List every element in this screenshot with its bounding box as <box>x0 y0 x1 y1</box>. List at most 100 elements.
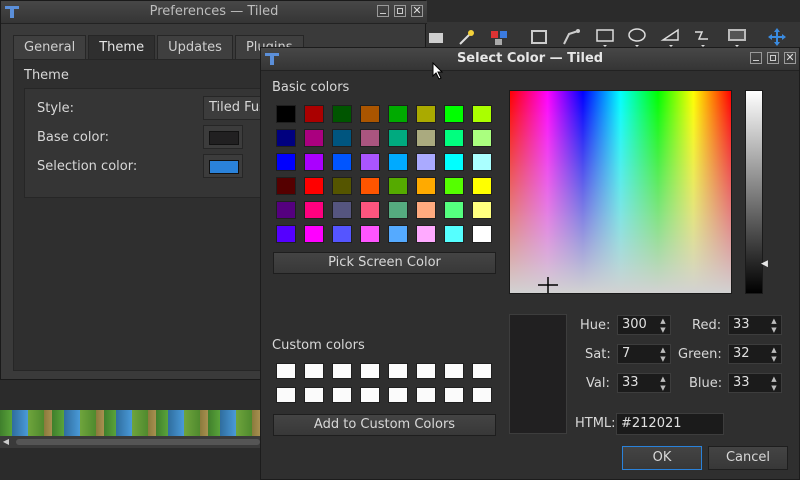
basic-color-swatch[interactable] <box>388 225 408 243</box>
basic-color-swatch[interactable] <box>472 153 492 171</box>
basic-color-swatch[interactable] <box>416 201 436 219</box>
magic-wand-icon[interactable] <box>456 26 478 48</box>
spin-down-icon[interactable]: ▼ <box>768 384 780 392</box>
scrollbar-handle[interactable] <box>16 439 260 445</box>
basic-color-swatch[interactable] <box>416 153 436 171</box>
basic-color-swatch[interactable] <box>304 105 324 123</box>
basic-color-swatch[interactable] <box>388 105 408 123</box>
custom-color-swatch[interactable] <box>332 363 352 379</box>
spin-up-icon[interactable]: ▲ <box>768 375 780 383</box>
html-input[interactable]: #212021 <box>616 413 724 435</box>
custom-color-swatch[interactable] <box>416 363 436 379</box>
basic-color-swatch[interactable] <box>416 105 436 123</box>
value-slider-arrow-icon[interactable]: ◀ <box>761 259 768 269</box>
basic-color-swatch[interactable] <box>304 201 324 219</box>
basic-color-swatch[interactable] <box>332 129 352 147</box>
custom-color-swatch[interactable] <box>360 363 380 379</box>
insert-template-icon[interactable] <box>726 26 748 48</box>
custom-color-swatch[interactable] <box>360 387 380 403</box>
basic-color-swatch[interactable] <box>332 201 352 219</box>
custom-color-swatch[interactable] <box>472 363 492 379</box>
maximize-button[interactable] <box>394 5 406 17</box>
spin-up-icon[interactable]: ▲ <box>657 317 669 325</box>
map-horizontal-scrollbar[interactable]: ◀ <box>0 436 260 448</box>
basic-color-swatch[interactable] <box>472 201 492 219</box>
basic-color-swatch[interactable] <box>388 153 408 171</box>
custom-color-swatch[interactable] <box>276 363 296 379</box>
basic-color-swatch[interactable] <box>472 225 492 243</box>
minimize-button[interactable] <box>377 5 389 17</box>
sat-spinbox[interactable]: 7 ▲ ▼ <box>617 344 671 364</box>
spin-down-icon[interactable]: ▼ <box>657 326 669 334</box>
selection-color-button[interactable] <box>203 154 243 178</box>
tab-updates[interactable]: Updates <box>157 35 233 59</box>
basic-color-swatch[interactable] <box>444 177 464 195</box>
insert-polygon-icon[interactable] <box>560 26 582 48</box>
basic-color-swatch[interactable] <box>472 177 492 195</box>
blue-spinbox[interactable]: 33 ▲ ▼ <box>728 373 782 393</box>
insert-polyline-icon[interactable] <box>660 26 682 48</box>
preferences-titlebar[interactable]: Preferences — Tiled ✕ <box>1 1 427 24</box>
dialog-minimize-button[interactable] <box>750 52 762 64</box>
basic-color-swatch[interactable] <box>360 153 380 171</box>
spin-up-icon[interactable]: ▲ <box>768 346 780 354</box>
basic-color-swatch[interactable] <box>332 105 352 123</box>
custom-color-swatch[interactable] <box>332 387 352 403</box>
insert-text-icon[interactable] <box>692 26 714 48</box>
basic-color-swatch[interactable] <box>444 225 464 243</box>
custom-color-swatch[interactable] <box>388 387 408 403</box>
spin-down-icon[interactable]: ▼ <box>768 326 780 334</box>
basic-color-swatch[interactable] <box>276 129 296 147</box>
basic-color-swatch[interactable] <box>304 153 324 171</box>
red-spinbox[interactable]: 33 ▲ ▼ <box>728 315 782 335</box>
basic-color-swatch[interactable] <box>360 105 380 123</box>
custom-color-swatch[interactable] <box>304 387 324 403</box>
basic-color-swatch[interactable] <box>304 129 324 147</box>
green-spinbox[interactable]: 32 ▲ ▼ <box>728 344 782 364</box>
dialog-close-button[interactable]: ✕ <box>784 52 796 64</box>
spin-up-icon[interactable]: ▲ <box>768 317 780 325</box>
insert-rectangle-icon[interactable] <box>594 26 616 48</box>
basic-color-swatch[interactable] <box>276 201 296 219</box>
spin-up-icon[interactable]: ▲ <box>657 346 669 354</box>
insert-ellipse-icon[interactable] <box>626 26 648 48</box>
basic-color-swatch[interactable] <box>388 177 408 195</box>
basic-color-swatch[interactable] <box>360 129 380 147</box>
val-spinbox[interactable]: 33 ▲ ▼ <box>617 373 671 393</box>
cancel-button[interactable]: Cancel <box>708 446 788 470</box>
close-button[interactable]: ✕ <box>411 5 423 17</box>
tab-general[interactable]: General <box>13 35 87 59</box>
basic-color-swatch[interactable] <box>360 225 380 243</box>
scroll-left-icon[interactable]: ◀ <box>0 436 12 448</box>
tab-theme[interactable]: Theme <box>88 35 156 59</box>
base-color-button[interactable] <box>203 125 243 149</box>
custom-color-swatch[interactable] <box>276 387 296 403</box>
spin-down-icon[interactable]: ▼ <box>657 384 669 392</box>
basic-color-swatch[interactable] <box>416 177 436 195</box>
basic-color-swatch[interactable] <box>444 153 464 171</box>
basic-color-swatch[interactable] <box>444 201 464 219</box>
hue-saturation-picker[interactable] <box>509 90 732 294</box>
insert-tile-icon[interactable] <box>528 26 550 48</box>
pick-screen-color-button[interactable]: Pick Screen Color <box>273 252 496 274</box>
basic-color-swatch[interactable] <box>304 225 324 243</box>
move-tool-icon[interactable] <box>766 26 788 48</box>
basic-color-swatch[interactable] <box>332 177 352 195</box>
custom-color-swatch[interactable] <box>444 363 464 379</box>
basic-color-swatch[interactable] <box>416 129 436 147</box>
dialog-maximize-button[interactable] <box>767 52 779 64</box>
custom-color-swatch[interactable] <box>304 363 324 379</box>
basic-color-swatch[interactable] <box>276 153 296 171</box>
stamp-brush-icon[interactable] <box>426 26 448 48</box>
custom-color-swatch[interactable] <box>444 387 464 403</box>
basic-color-swatch[interactable] <box>388 201 408 219</box>
spin-down-icon[interactable]: ▼ <box>657 355 669 363</box>
color-dialog-titlebar[interactable]: Select Color — Tiled ✕ <box>261 48 799 71</box>
basic-color-swatch[interactable] <box>332 225 352 243</box>
basic-color-swatch[interactable] <box>360 177 380 195</box>
tile-map-view[interactable] <box>0 410 260 436</box>
spin-up-icon[interactable]: ▲ <box>657 375 669 383</box>
basic-color-swatch[interactable] <box>472 105 492 123</box>
hue-spinbox[interactable]: 300 ▲ ▼ <box>617 315 671 335</box>
spin-down-icon[interactable]: ▼ <box>768 355 780 363</box>
